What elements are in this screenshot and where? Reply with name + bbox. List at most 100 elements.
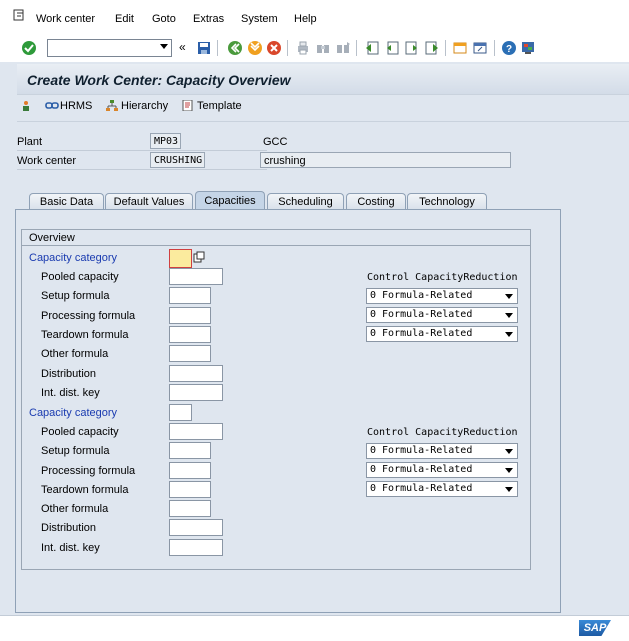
standard-toolbar: « ? [0,36,629,62]
teardown-reduction-select-2[interactable]: 0 Formula-Related [366,481,518,497]
chevron-down-icon[interactable] [505,487,513,492]
application-toolbar: HRMS Hierarchy Template [17,94,629,122]
pooled-capacity-field-1[interactable] [169,268,223,285]
distribution-field-1[interactable] [169,365,223,382]
chevron-down-icon[interactable] [505,294,513,299]
hierarchy-label: Hierarchy [121,100,169,112]
cancel-icon[interactable] [266,40,282,56]
processing-reduction-select-2[interactable]: 0 Formula-Related [366,462,518,478]
tab-costing[interactable]: Costing [346,193,406,210]
hierarchy-button[interactable]: Hierarchy [106,100,168,112]
int-dist-key-label-2: Int. dist. key [41,542,100,554]
hrms-button[interactable] [22,100,37,112]
teardown-formula-field-1[interactable] [169,326,211,343]
control-capacity-reduction-header-1: Control CapacityReduction [367,272,518,283]
plant-description: GCC [263,136,288,148]
distribution-label-1: Distribution [41,368,97,380]
teardown-formula-label-2: Teardown formula [41,484,129,496]
capacity-category-field-1[interactable] [169,249,192,268]
enter-icon[interactable] [21,40,37,56]
tab-default-values[interactable]: Default Values [105,193,193,210]
menu-bar: Work center Edit Goto Extras System Help [0,0,629,36]
menu-work-center[interactable]: Work center [36,13,95,25]
exit-icon[interactable] [247,40,263,56]
work-center-field[interactable]: CRUSHING [150,152,205,168]
int-dist-key-field-1[interactable] [169,384,223,401]
teardown-formula-field-2[interactable] [169,481,211,498]
menu-edit[interactable]: Edit [115,13,134,25]
back-icon[interactable] [227,40,243,56]
teardown-reduction-value-1: 0 Formula-Related [370,328,473,339]
setup-formula-label-1: Setup formula [41,290,110,302]
overview-separator [22,245,530,246]
pooled-capacity-field-2[interactable] [169,423,223,440]
chevron-down-icon[interactable] [505,468,513,473]
processing-formula-field-1[interactable] [169,307,211,324]
processing-formula-label-2: Processing formula [41,465,136,477]
toolbar-separator [445,40,446,56]
int-dist-key-label-1: Int. dist. key [41,387,100,399]
template-icon [182,99,194,112]
work-center-description-field[interactable]: crushing [260,152,511,168]
next-page-icon[interactable] [404,40,420,56]
setup-reduction-select-2[interactable]: 0 Formula-Related [366,443,518,459]
previous-page-icon[interactable] [384,40,400,56]
pooled-capacity-label-2: Pooled capacity [41,426,119,438]
processing-formula-field-2[interactable] [169,462,211,479]
tab-basic-data[interactable]: Basic Data [29,193,104,210]
chevron-down-icon[interactable] [505,313,513,318]
template-button[interactable]: Template [182,99,242,112]
tab-scheduling[interactable]: Scheduling [267,193,344,210]
find-next-icon[interactable] [335,40,351,56]
pooled-capacity-label-1: Pooled capacity [41,271,119,283]
teardown-reduction-select-1[interactable]: 0 Formula-Related [366,326,518,342]
shortcut-icon[interactable] [472,40,488,56]
capacity-category-label-2: Capacity category [29,407,118,419]
tab-technology[interactable]: Technology [407,193,487,210]
chevron-down-icon[interactable] [505,449,513,454]
setup-formula-field-1[interactable] [169,287,211,304]
processing-reduction-value-1: 0 Formula-Related [370,309,473,320]
print-icon[interactable] [295,40,311,56]
other-formula-label-1: Other formula [41,348,109,360]
double-chevron-left-icon[interactable]: « [179,40,186,54]
chevron-down-icon[interactable] [160,44,168,49]
plant-field[interactable]: MP03 [150,133,181,149]
work-center-label: Work center [17,155,77,167]
other-formula-field-1[interactable] [169,345,211,362]
teardown-formula-label-1: Teardown formula [41,329,129,341]
setup-reduction-select-1[interactable]: 0 Formula-Related [366,288,518,304]
processing-reduction-value-2: 0 Formula-Related [370,464,473,475]
toolbar-separator [494,40,495,56]
menu-goto[interactable]: Goto [152,13,176,25]
copy-icon[interactable] [193,251,205,263]
create-session-icon[interactable] [452,40,468,56]
template-label: Template [197,100,242,112]
other-formula-label-2: Other formula [41,503,109,515]
menu-help[interactable]: Help [294,13,317,25]
first-page-icon[interactable] [364,40,380,56]
toolbar-separator [356,40,357,56]
customize-layout-icon[interactable] [520,40,536,56]
chevron-down-icon[interactable] [505,332,513,337]
setup-formula-field-2[interactable] [169,442,211,459]
menu-icon[interactable] [13,9,25,21]
menu-extras[interactable]: Extras [193,13,224,25]
int-dist-key-field-2[interactable] [169,539,223,556]
save-icon[interactable] [196,40,212,56]
help-icon[interactable]: ? [501,40,517,56]
capacity-category-field-2[interactable] [169,404,192,421]
work-center-underline [17,169,267,170]
link-icon [45,100,59,111]
processing-reduction-select-1[interactable]: 0 Formula-Related [366,307,518,323]
other-formula-field-2[interactable] [169,500,211,517]
command-field[interactable] [47,39,172,57]
plant-label: Plant [17,136,43,148]
last-page-icon[interactable] [424,40,440,56]
hrms-link-button[interactable]: HRMS [45,100,92,112]
title-bar: Create Work Center: Capacity Overview [17,64,629,94]
menu-system[interactable]: System [241,13,278,25]
find-icon[interactable] [315,40,331,56]
distribution-field-2[interactable] [169,519,223,536]
tab-capacities[interactable]: Capacities [195,191,265,211]
